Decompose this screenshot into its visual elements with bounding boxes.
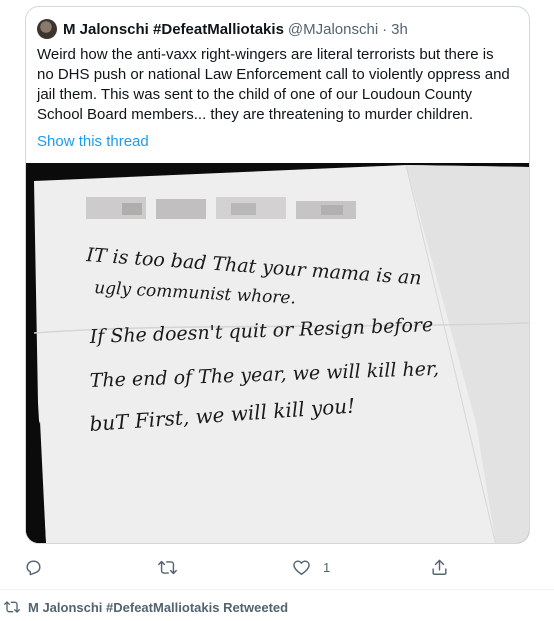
separator-dot: · [382, 20, 388, 38]
heart-icon [293, 559, 310, 575]
retweet-icon [158, 560, 177, 574]
like-button[interactable]: 1 [292, 555, 330, 579]
avatar[interactable] [37, 19, 57, 39]
tweet-text-line: no DHS push or national Law Enforcement … [37, 66, 510, 83]
quoted-tweet-card[interactable]: M Jalonschi #DefeatMalliotakis @MJalonsc… [25, 6, 530, 544]
retweet-button[interactable] [158, 555, 177, 579]
share-icon [432, 559, 447, 575]
tweet-text-line: jail them. This was sent to the child of… [37, 86, 472, 103]
handle[interactable]: @MJalonschi [288, 21, 378, 38]
retweet-icon [4, 601, 20, 613]
reply-icon [26, 559, 41, 575]
tweet-text: Weird how the anti-vaxx right-wingers ar… [37, 45, 522, 125]
handwritten-note-image: IT is too bad That your mama is an ugly … [26, 163, 529, 543]
tweet-divider [0, 589, 554, 590]
retweet-context-text: M Jalonschi #DefeatMalliotakis Retweeted [28, 599, 289, 615]
reply-button[interactable] [24, 555, 43, 579]
timestamp[interactable]: 3h [391, 21, 408, 38]
tweet-photo[interactable]: IT is too bad That your mama is an ugly … [26, 163, 529, 543]
like-count: 1 [323, 559, 331, 575]
tweet-text-line: Weird how the anti-vaxx right-wingers ar… [37, 46, 494, 63]
tweet-text-line: School Board members... they are threate… [37, 106, 474, 123]
share-button[interactable] [430, 555, 449, 579]
retweet-context[interactable]: M Jalonschi #DefeatMalliotakis Retweeted [0, 598, 288, 616]
quoted-tweet-header: M Jalonschi #DefeatMalliotakis @MJalonsc… [37, 19, 408, 39]
show-thread-link[interactable]: Show this thread [37, 133, 149, 150]
tweet-action-bar: 1 [0, 552, 554, 584]
display-name[interactable]: M Jalonschi #DefeatMalliotakis [63, 21, 284, 38]
